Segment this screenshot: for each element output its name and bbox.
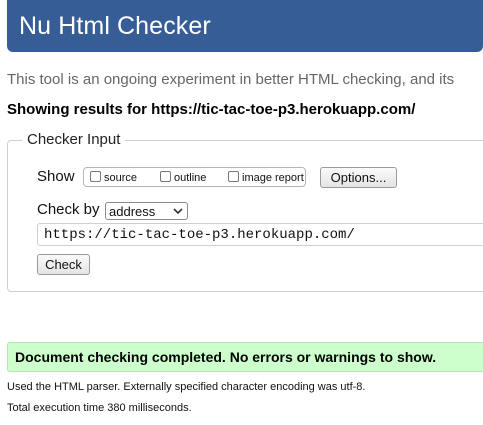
execution-time-text: Total execution time 380 milliseconds.	[7, 402, 192, 414]
source-checkbox[interactable]	[90, 171, 101, 182]
outline-checkbox-label[interactable]: outline	[174, 172, 206, 184]
success-message: Document checking completed. No errors o…	[15, 349, 437, 365]
check-by-select[interactable]: address	[105, 202, 188, 220]
check-by-label: Check by	[37, 201, 100, 218]
source-checkbox-label[interactable]: source	[104, 172, 137, 184]
show-options-group: source outline image report	[83, 167, 306, 187]
intro-text: This tool is an ongoing experiment in be…	[7, 71, 455, 88]
image-report-checkbox-label[interactable]: image report	[242, 172, 304, 184]
image-report-checkbox[interactable]	[228, 171, 239, 182]
url-input-value: https://tic-tac-toe-p3.herokuapp.com/	[44, 227, 355, 243]
check-by-selected-value: address	[109, 204, 156, 219]
parser-info-text: Used the HTML parser. Externally specifi…	[7, 381, 366, 393]
results-heading: Showing results for https://tic-tac-toe-…	[7, 101, 416, 118]
show-label: Show	[37, 168, 75, 185]
app-header: Nu Html Checker	[7, 0, 483, 52]
outline-checkbox[interactable]	[160, 171, 171, 182]
options-button[interactable]: Options...	[320, 167, 397, 188]
check-button[interactable]: Check	[37, 254, 90, 275]
app-title: Nu Html Checker	[19, 12, 211, 40]
checker-input-legend: Checker Input	[22, 131, 126, 148]
chevron-down-icon	[173, 208, 183, 215]
check-by-row: Check by address	[37, 201, 237, 221]
success-message-bar: Document checking completed. No errors o…	[7, 342, 483, 372]
url-input[interactable]: https://tic-tac-toe-p3.herokuapp.com/	[37, 223, 483, 246]
